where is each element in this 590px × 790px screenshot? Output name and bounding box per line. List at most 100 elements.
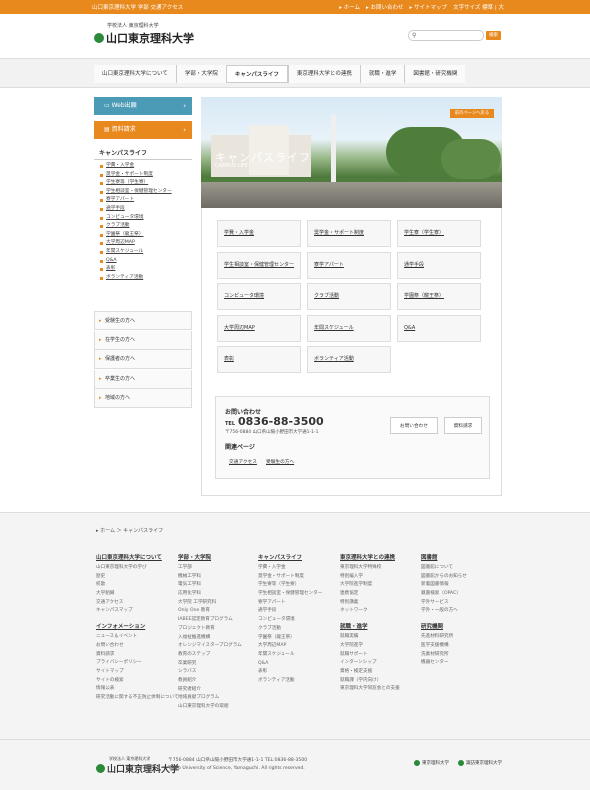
footer-link[interactable]: 表彰 [258, 668, 322, 677]
footer-link[interactable]: 大学周辺MAP [258, 642, 322, 651]
footer-link[interactable]: 就職課（学内向け） [340, 677, 400, 686]
sidebar-item[interactable]: 大学周辺MAP [94, 239, 192, 248]
sidebar-item[interactable]: コンピュータ環境 [94, 214, 192, 223]
campus-life-tile[interactable]: 寮学アパート [307, 251, 391, 279]
footer-link[interactable]: 特別編入学 [340, 573, 400, 582]
footer-column-heading[interactable]: 図書館 [421, 553, 467, 561]
campus-life-tile[interactable]: 学生相談室・保健管理センター [217, 251, 301, 279]
footer-link[interactable]: 医学支援機構 [421, 642, 467, 651]
footer-link[interactable]: 情報公表 [96, 685, 179, 694]
footer-link[interactable]: 学生寮等（学生寮） [258, 581, 322, 590]
footer-link[interactable]: 特別講義 [340, 599, 400, 608]
campus-life-tile[interactable]: 学生寮（学生寮） [397, 220, 481, 247]
audience-link[interactable]: 受験生の方へ [94, 311, 192, 331]
top-link-sitemap[interactable]: ▸ サイトマップ [410, 3, 448, 11]
footer-link[interactable]: 資格・検定支援 [340, 668, 400, 677]
footer-link[interactable]: 山口東京理科大学の取組 [178, 703, 242, 712]
top-link-contact[interactable]: ▸ お問い合わせ [366, 3, 404, 11]
footer-link[interactable]: IABEE認定教育プログラム [178, 616, 242, 625]
sidebar-section-title[interactable]: キャンパスライフ [94, 148, 192, 160]
footer-link[interactable]: 大学院 工学研究科 [178, 599, 242, 608]
footer-link[interactable]: 大学組織 [96, 590, 179, 599]
footer-link[interactable]: 交通アクセス [96, 599, 179, 608]
audience-link[interactable]: 地域の方へ [94, 389, 192, 409]
search-input[interactable]: ⚲ [408, 30, 484, 41]
footer-link[interactable]: 研究者紹介 [178, 686, 242, 695]
footer-column-heading[interactable]: キャンパスライフ [258, 553, 322, 561]
footer-link[interactable]: 奨学金・サポート制度 [258, 573, 322, 582]
audience-link[interactable]: 保護者の方へ [94, 350, 192, 370]
footer-link[interactable]: 資料請求 [96, 651, 179, 660]
footer-link[interactable]: 連携協定 [340, 590, 400, 599]
footer-link[interactable]: Q&A [258, 660, 322, 669]
footer-link[interactable]: 東京理科大学同窓会との支援 [340, 685, 400, 694]
nav-faculty[interactable]: 学部・大学院 [175, 65, 226, 83]
nav-campus-life[interactable]: キャンパスライフ [225, 65, 288, 83]
font-size-toggle[interactable]: 文字サイズ 標準 | 大 [453, 3, 504, 11]
footer-link[interactable]: 図書館からのお知らせ [421, 573, 467, 582]
footer-link[interactable]: 大学院進学 [340, 642, 400, 651]
footer-link[interactable]: サイトの検索 [96, 677, 179, 686]
footer-link[interactable]: 教員紹介 [178, 677, 242, 686]
sister-school-link[interactable]: 諏訪東京理科大学 [458, 760, 502, 766]
related-link-access[interactable]: 交通アクセス [229, 459, 257, 465]
footer-link[interactable]: インターンシップ [340, 659, 400, 668]
footer-link[interactable]: プロジェクト教育 [178, 625, 242, 634]
footer-link[interactable]: サイトマップ [96, 668, 179, 677]
campus-life-tile[interactable]: 大学周辺MAP [217, 314, 301, 342]
footer-link[interactable]: 洗素材研究所 [421, 651, 467, 660]
footer-column-heading[interactable]: インフォメーション [96, 622, 179, 630]
footer-link[interactable]: 寮学アパート [258, 599, 322, 608]
campus-life-tile[interactable]: クラブ活動 [307, 283, 391, 310]
campus-life-tile[interactable]: 通学手段 [397, 251, 481, 279]
footer-link[interactable]: 学費・入学金 [258, 564, 322, 573]
footer-link[interactable]: 機器センター [421, 659, 467, 668]
document-request-button[interactable]: 資料請求 [444, 417, 482, 434]
campus-life-tile[interactable]: Q&A [397, 314, 481, 342]
footer-link[interactable]: 卒業研究 [178, 660, 242, 669]
sidebar-item[interactable]: 奨学金・サポート制度 [94, 171, 192, 180]
footer-link[interactable]: 機械工学科 [178, 573, 242, 582]
contact-button[interactable]: お問い合わせ [390, 417, 438, 434]
footer-link[interactable]: 図書館について [421, 564, 467, 573]
sidebar-item[interactable]: 学生相談室・保健管理センター [94, 188, 192, 197]
footer-column-heading[interactable]: 学部・大学院 [178, 553, 242, 561]
footer-link[interactable]: キャンパスマップ [96, 607, 179, 616]
footer-link[interactable]: 地域貢献プログラム [178, 694, 242, 703]
back-button[interactable]: 前のページへ戻る [450, 109, 494, 118]
audience-link[interactable]: 卒業生の方へ [94, 369, 192, 389]
site-logo[interactable]: 学校法人 東京理科大学 山口東京理科大学 [94, 22, 194, 46]
footer-column-heading[interactable]: 山口東京理科大学について [96, 553, 179, 561]
footer-link[interactable]: 研究活動に関する不正防止体制について [96, 694, 179, 703]
footer-link[interactable]: 就職サポート [340, 651, 400, 660]
footer-link[interactable]: 山口東京理科大学の学び [96, 564, 179, 573]
related-link-applicants[interactable]: 受験生の方へ [266, 459, 294, 465]
footer-link[interactable]: 蔵書検索（OPAC） [421, 590, 467, 599]
footer-link[interactable]: 学園祭（龍王祭） [258, 634, 322, 643]
footer-link[interactable]: シラバス [178, 668, 242, 677]
top-link-home[interactable]: ▸ ホーム [339, 3, 360, 11]
footer-logo[interactable]: 学校法人 東京理科大学 山口東京理科大学 [96, 756, 179, 775]
footer-link[interactable]: ボランティア活動 [258, 677, 322, 686]
campus-life-tile[interactable]: 奨学金・サポート制度 [307, 220, 391, 247]
footer-link[interactable]: 大学院進学制度 [340, 581, 400, 590]
footer-link[interactable]: 東京理科大学特殊校 [340, 564, 400, 573]
footer-link[interactable]: 学生相談室・保健管理センター [258, 590, 322, 599]
footer-link[interactable]: 歴史 [96, 573, 179, 582]
footer-link[interactable]: ニュース＆イベント [96, 633, 179, 642]
sidebar-item[interactable]: 寮学アパート [94, 196, 192, 205]
campus-life-tile[interactable]: 学園祭（龍王祭） [397, 283, 481, 310]
search-button[interactable]: 検索 [486, 31, 501, 40]
footer-link[interactable]: 就職実績 [340, 633, 400, 642]
footer-link[interactable]: 校歌 [96, 581, 179, 590]
footer-link[interactable]: 教育のステップ [178, 651, 242, 660]
footer-link[interactable]: 工学部 [178, 564, 242, 573]
footer-column-heading[interactable]: 東京理科大学との連携 [340, 553, 400, 561]
campus-life-tile[interactable]: ボランティア活動 [307, 346, 391, 373]
campus-life-tile[interactable]: コンピュータ環境 [217, 283, 301, 310]
top-bar-title[interactable]: 山口東京理科大学 学部 交通アクセス [92, 3, 183, 11]
nav-career[interactable]: 就職・進学 [359, 65, 405, 83]
footer-link[interactable]: クラブ活動 [258, 625, 322, 634]
sidebar-item[interactable]: ボランティア活動 [94, 274, 192, 283]
sister-school-link[interactable]: 東京理科大学 [414, 760, 449, 766]
